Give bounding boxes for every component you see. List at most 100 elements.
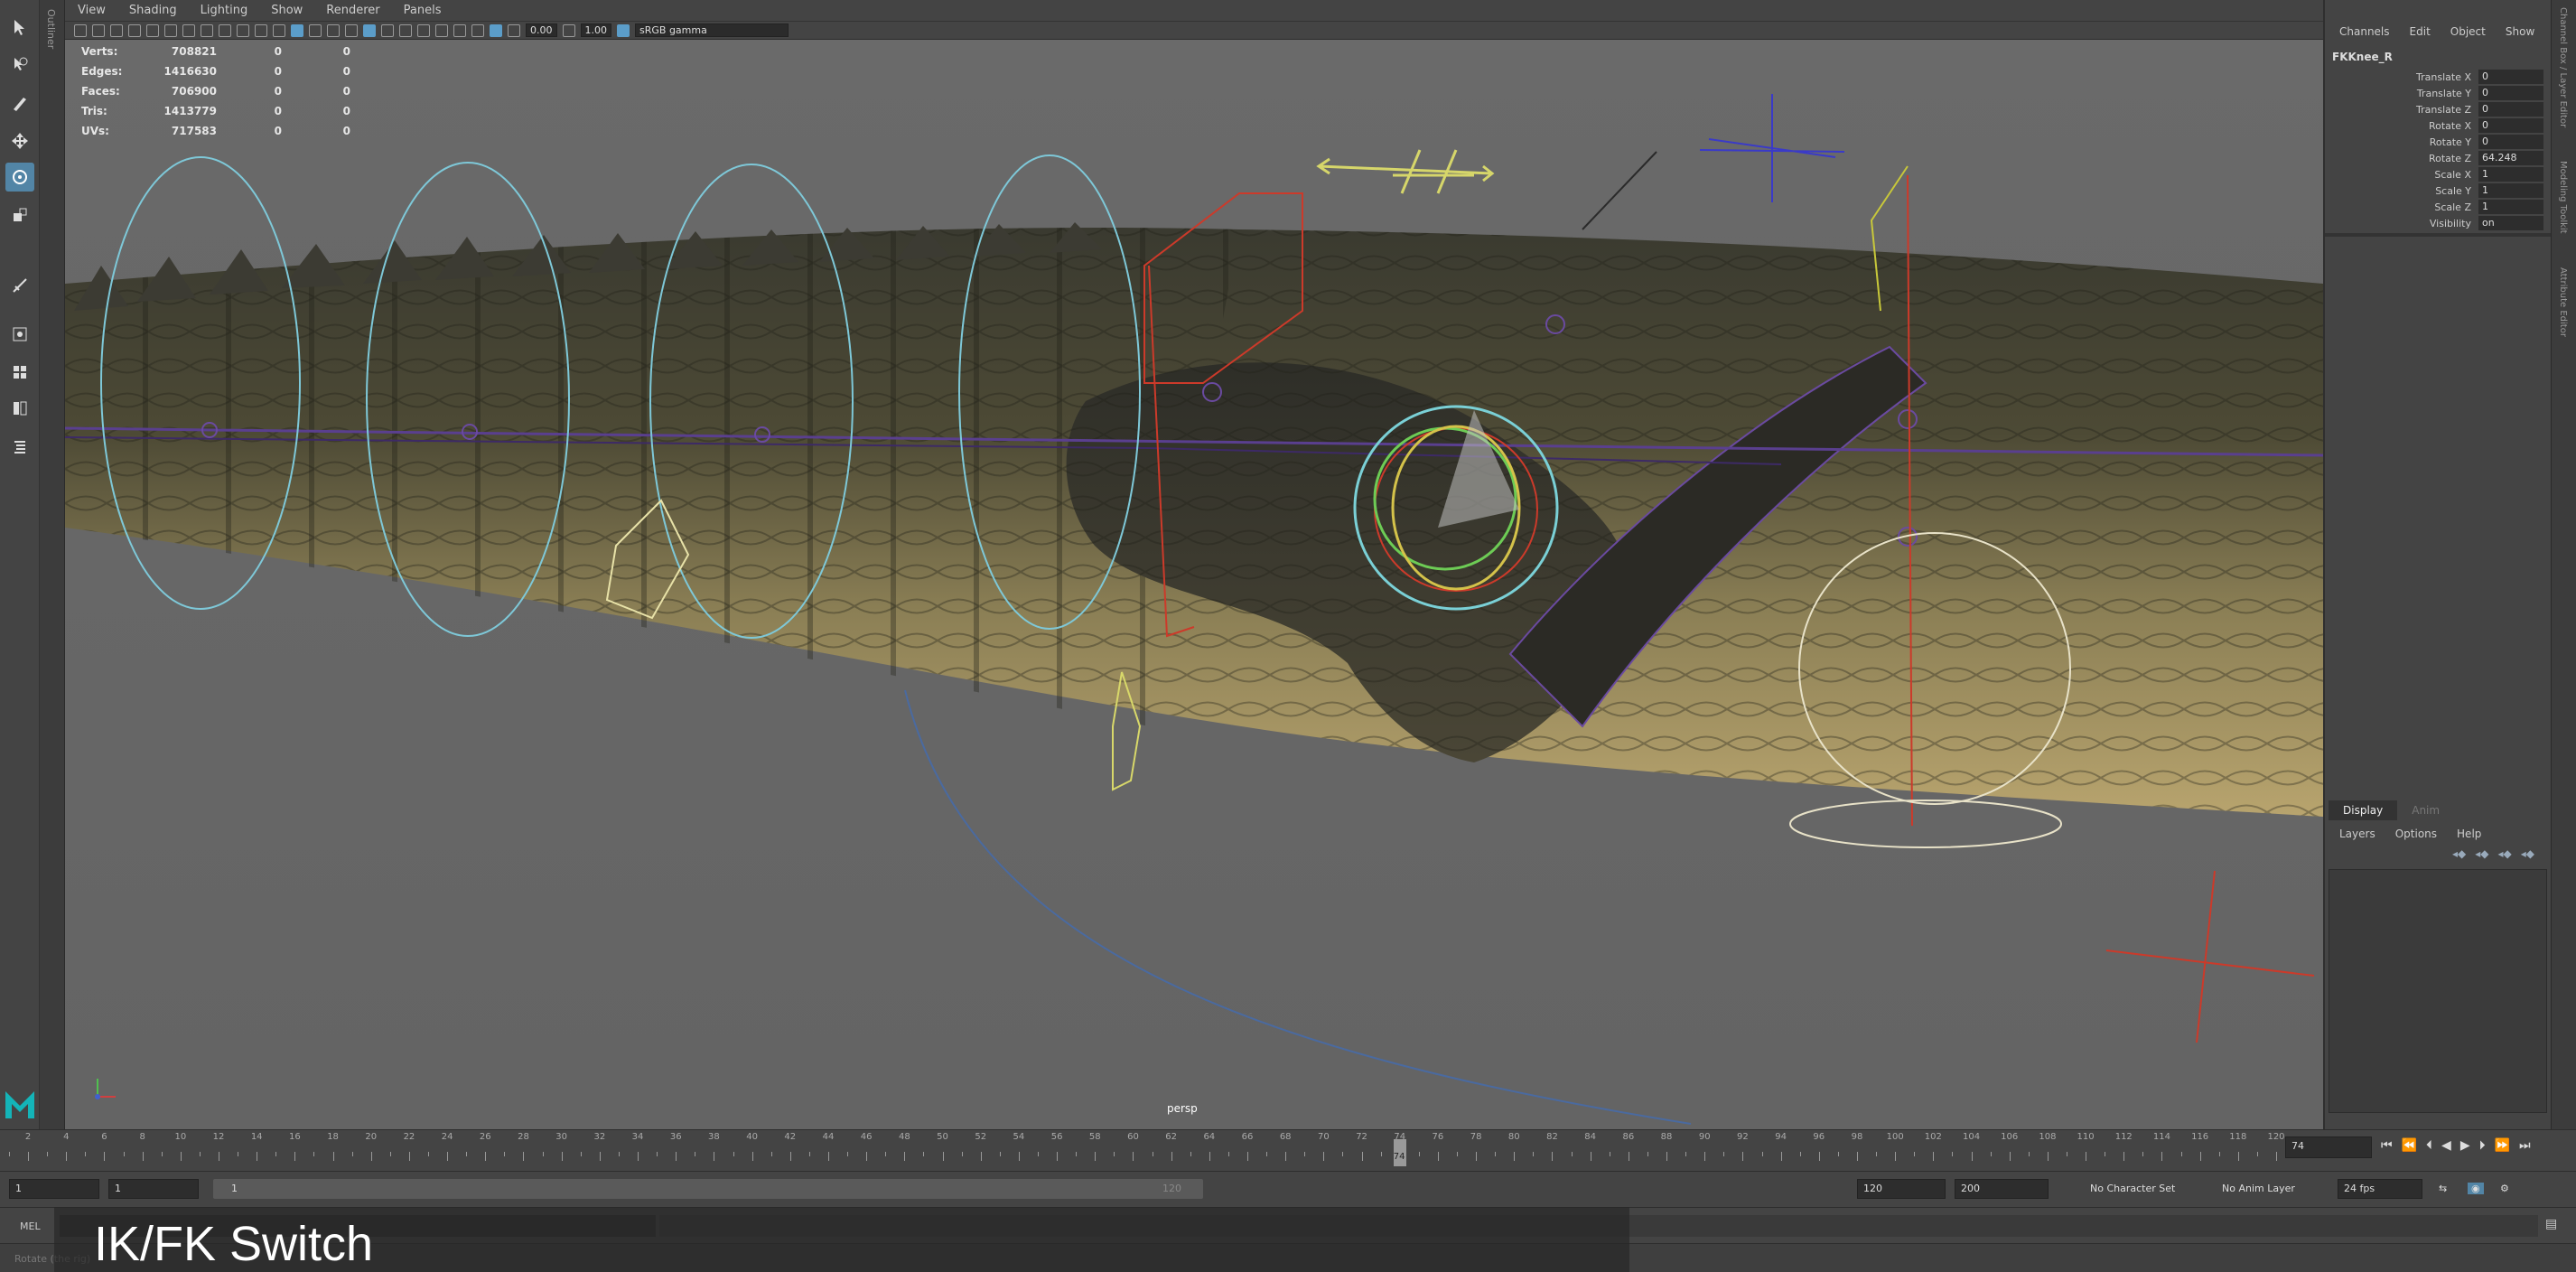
grid-icon[interactable] — [146, 23, 159, 37]
xray-joints-icon[interactable] — [490, 23, 502, 37]
image-plane-icon[interactable] — [128, 23, 141, 37]
step-forward-key-icon[interactable]: ⏩ — [2495, 1138, 2510, 1153]
rotate-tool-icon[interactable] — [5, 163, 34, 192]
depth-of-field-icon[interactable] — [435, 23, 448, 37]
screen-space-ao-icon[interactable] — [381, 23, 394, 37]
new-layer-icon[interactable]: ◂◆ — [2497, 847, 2511, 860]
cb-menu-object[interactable]: Object — [2450, 25, 2486, 38]
play-forwards-icon[interactable]: ▶ — [2460, 1138, 2470, 1153]
anim-start-field[interactable]: 1 — [9, 1179, 99, 1199]
exposure-field[interactable]: 0.00 — [526, 23, 557, 37]
current-frame-marker[interactable]: 74 — [1393, 1139, 1406, 1166]
playback-start-field[interactable]: 1 — [108, 1179, 199, 1199]
resolution-gate-icon[interactable] — [182, 23, 195, 37]
move-layer-up-icon[interactable]: ◂◆ — [2452, 847, 2466, 860]
attr-translate-y[interactable]: Translate Y0 — [2325, 85, 2551, 101]
prefs-icon[interactable]: ⚙ — [2500, 1183, 2509, 1194]
fps-dropdown[interactable]: 24 fps — [2338, 1179, 2422, 1199]
cb-menu-edit[interactable]: Edit — [2410, 25, 2431, 38]
le-menu-options[interactable]: Options — [2395, 828, 2437, 840]
field-chart-icon[interactable] — [219, 23, 231, 37]
isolate-select-icon[interactable] — [453, 23, 466, 37]
layout-four-icon[interactable] — [5, 358, 34, 387]
tab-anim[interactable]: Anim — [2397, 800, 2454, 820]
step-back-key-icon[interactable]: ⏪ — [2402, 1138, 2417, 1153]
move-tool-icon[interactable] — [5, 126, 34, 155]
wireframe-icon[interactable] — [273, 23, 285, 37]
smooth-shade-icon[interactable] — [291, 23, 303, 37]
lights-icon[interactable] — [345, 23, 358, 37]
exposure-icon[interactable] — [508, 23, 520, 37]
playback-end-field[interactable]: 120 — [1857, 1179, 1946, 1199]
tab-modeling-toolkit[interactable]: Modeling Toolkit — [2558, 161, 2568, 234]
menu-renderer[interactable]: Renderer — [326, 4, 379, 17]
camera-attributes-icon[interactable] — [92, 23, 105, 37]
attr-rotate-x[interactable]: Rotate X0 — [2325, 117, 2551, 134]
gate-mask-icon[interactable] — [201, 23, 213, 37]
cb-menu-show[interactable]: Show — [2506, 25, 2534, 38]
bookmark-icon[interactable] — [110, 23, 123, 37]
select-tool-icon[interactable] — [5, 13, 34, 42]
step-back-frame-icon[interactable]: ⏴ — [2426, 1138, 2432, 1153]
attr-visibility[interactable]: Visibility on — [2325, 215, 2551, 231]
tab-attribute-editor[interactable]: Attribute Editor — [2558, 267, 2568, 337]
gamma-field[interactable]: 1.00 — [580, 23, 611, 37]
tab-channel-box[interactable]: Channel Box / Layer Editor — [2558, 7, 2568, 127]
xray-icon[interactable] — [471, 23, 484, 37]
selected-node-name[interactable]: FKKnee_R — [2325, 38, 2551, 63]
attr-rotate-y[interactable]: Rotate Y0 — [2325, 134, 2551, 150]
step-forward-frame-icon[interactable]: ⏵ — [2479, 1138, 2486, 1153]
go-to-start-icon[interactable]: ⏮ — [2381, 1138, 2393, 1153]
layout-single-icon[interactable] — [5, 320, 34, 349]
outliner-tab[interactable]: Outliner — [40, 0, 65, 1129]
menu-show[interactable]: Show — [271, 4, 303, 17]
time-slider[interactable]: 2 4 6 8 10 12 14 16 18 20 22 24 26 28 30 32 34 36 38 40 42 44… — [0, 1129, 2576, 1171]
menu-shading[interactable]: Shading — [129, 4, 177, 17]
viewport-panel[interactable]: View Shading Lighting Show Renderer Pane… — [65, 0, 2323, 1129]
move-layer-down-icon[interactable]: ◂◆ — [2475, 847, 2488, 860]
shadows-icon[interactable] — [363, 23, 376, 37]
soft-mod-icon[interactable] — [5, 271, 34, 300]
character-set-dropdown[interactable]: No Character Set — [2090, 1183, 2175, 1194]
menu-lighting[interactable]: Lighting — [201, 4, 248, 17]
range-bar[interactable]: 1 120 — [213, 1179, 1203, 1199]
scene-view[interactable] — [65, 40, 2323, 1129]
attr-scale-y[interactable]: Scale Y1 — [2325, 182, 2551, 199]
film-gate-icon[interactable] — [164, 23, 177, 37]
tab-display[interactable]: Display — [2329, 800, 2398, 820]
anim-end-field[interactable]: 200 — [1955, 1179, 2049, 1199]
scale-tool-icon[interactable] — [5, 201, 34, 229]
attr-translate-x[interactable]: Translate X0 — [2325, 69, 2551, 85]
attr-rotate-z[interactable]: Rotate Z 64.248 — [2325, 150, 2551, 166]
attr-translate-z[interactable]: Translate Z0 — [2325, 101, 2551, 117]
safe-title-icon[interactable] — [255, 23, 267, 37]
go-to-end-icon[interactable]: ⏭ — [2519, 1138, 2531, 1153]
attr-scale-z[interactable]: Scale Z1 — [2325, 199, 2551, 215]
menu-view[interactable]: View — [78, 4, 106, 17]
color-management-icon[interactable] — [617, 23, 630, 37]
gamma-icon[interactable] — [562, 23, 575, 37]
auto-key-icon[interactable]: ◉ — [2468, 1183, 2484, 1194]
color-space-dropdown[interactable]: sRGB gamma — [635, 23, 789, 37]
cb-menu-channels[interactable]: Channels — [2339, 25, 2390, 38]
camera-select-icon[interactable] — [74, 23, 87, 37]
mel-label[interactable]: MEL — [20, 1221, 41, 1232]
new-layer-selected-icon[interactable]: ◂◆ — [2521, 847, 2534, 860]
anim-layer-dropdown[interactable]: No Anim Layer — [2222, 1183, 2295, 1194]
time-slider-track[interactable]: 2 4 6 8 10 12 14 16 18 20 22 24 26 28 30 32 34 36 38 40 42 44… — [9, 1132, 2285, 1170]
outliner-layout-icon[interactable] — [5, 432, 34, 461]
le-menu-help[interactable]: Help — [2457, 828, 2481, 840]
script-editor-icon[interactable]: ▤ — [2545, 1217, 2557, 1231]
textured-icon[interactable] — [327, 23, 340, 37]
layer-list[interactable] — [2329, 869, 2547, 1113]
safe-action-icon[interactable] — [237, 23, 249, 37]
loop-icon[interactable]: ⇆ — [2439, 1183, 2447, 1194]
ikfk-switch-control[interactable] — [1316, 149, 1495, 194]
pole-vector-locator[interactable] — [1699, 94, 1845, 202]
le-menu-layers[interactable]: Layers — [2339, 828, 2375, 840]
world-locator[interactable] — [2105, 870, 2315, 1043]
paint-select-tool-icon[interactable] — [5, 89, 34, 117]
default-material-icon[interactable] — [309, 23, 322, 37]
attr-scale-x[interactable]: Scale X1 — [2325, 166, 2551, 182]
lasso-tool-icon[interactable] — [5, 51, 34, 80]
